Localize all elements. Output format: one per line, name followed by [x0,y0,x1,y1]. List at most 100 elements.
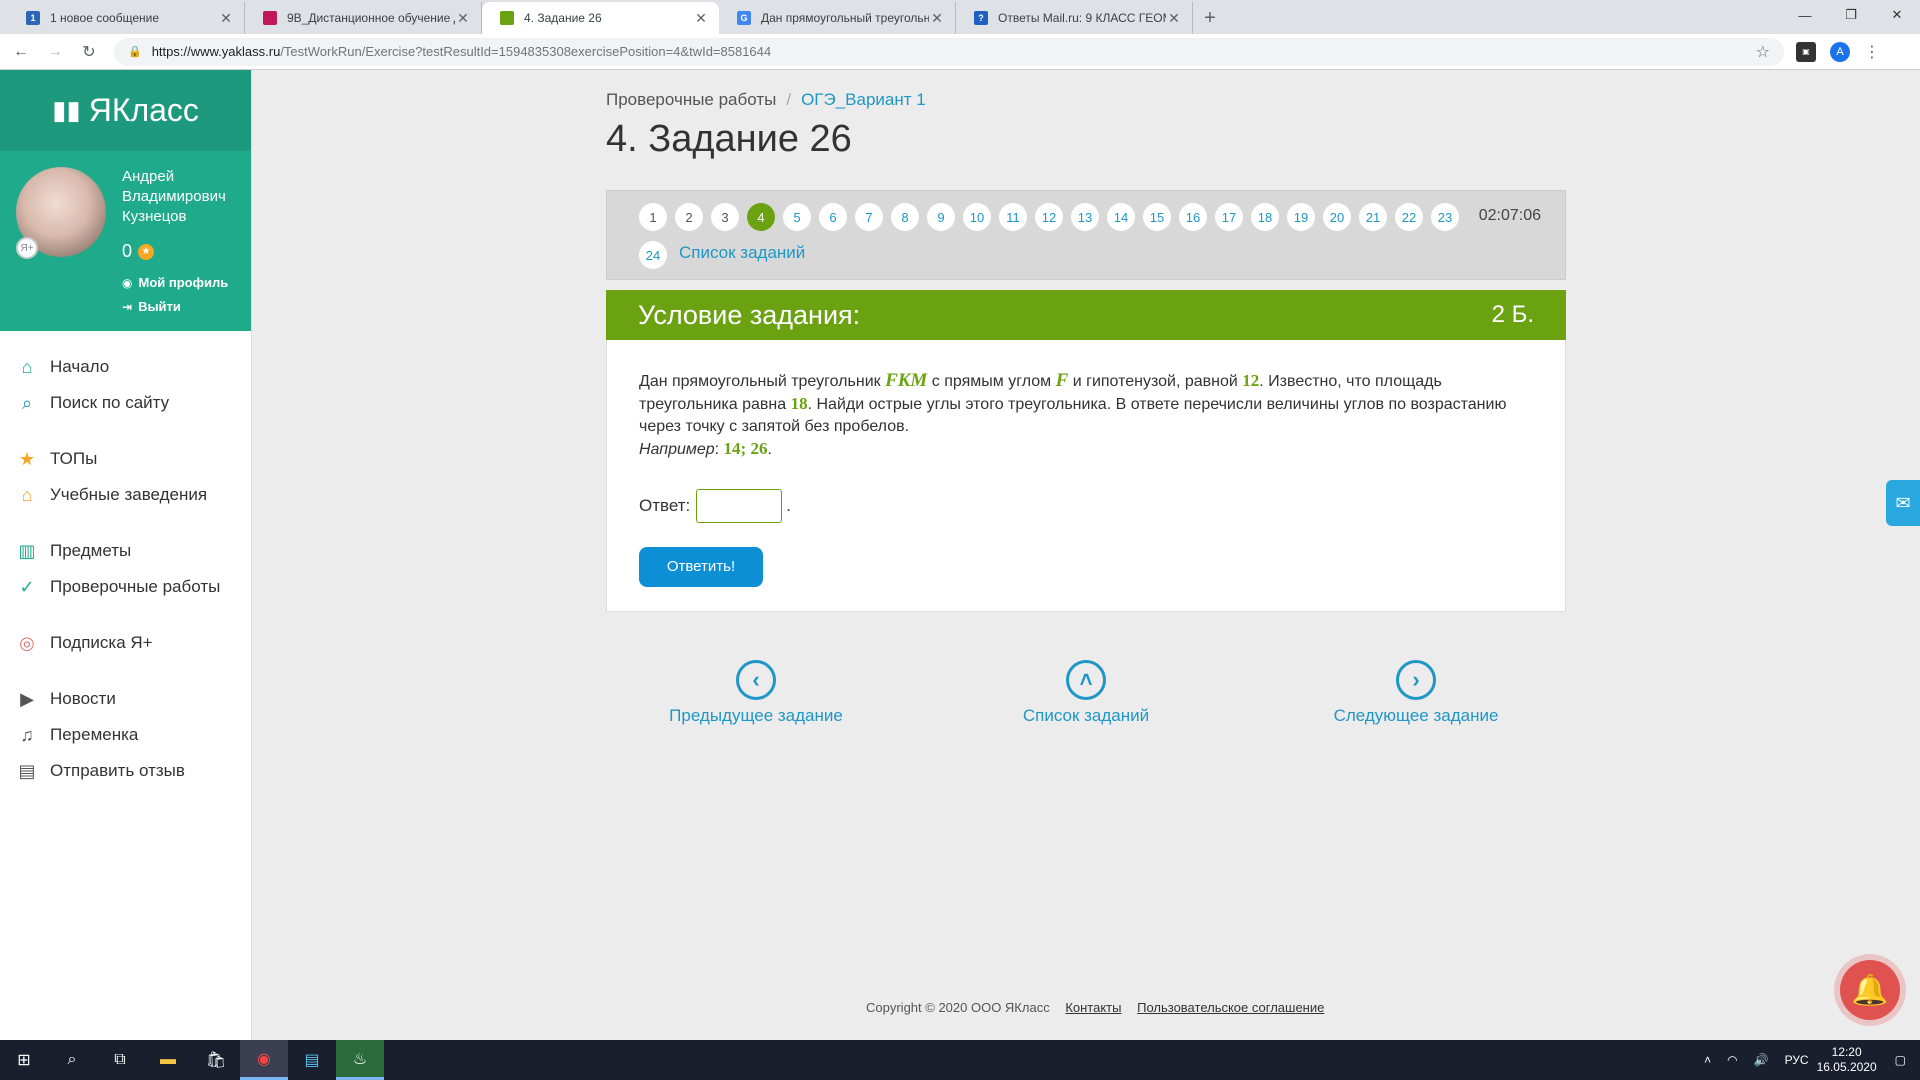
task-number-9[interactable]: 9 [927,203,955,231]
logout-link[interactable]: ⇥ Выйти [122,299,181,314]
tab-close-icon[interactable]: ✕ [1166,10,1182,26]
extension-icon[interactable]: ▣ [1796,41,1816,62]
reload-icon[interactable]: ↻ [76,39,102,65]
sidebar-item-3[interactable]: ★ ТОПы [0,441,251,477]
language-indicator[interactable]: РУС [1785,1053,1809,1067]
task-number-11[interactable]: 11 [999,203,1027,231]
task-number-5[interactable]: 5 [783,203,811,231]
browser-tab-4[interactable]: G Дан прямоугольный треугольни ✕ [719,2,956,34]
contacts-link[interactable]: Контакты [1065,1000,1121,1015]
browser-tab-5[interactable]: ? Ответы Mail.ru: 9 КЛАСС ГЕОМЕ ✕ [956,2,1193,34]
minimize-icon[interactable]: — [1782,0,1828,30]
tab-title: 9В_Дистанционное обучение д [287,11,455,25]
task-number-10[interactable]: 10 [963,203,991,231]
chrome-icon[interactable]: ◉ [240,1040,288,1080]
timer: 02:07:06 [1478,207,1541,224]
sidebar-item-4[interactable]: ⌂ Учебные заведения [0,477,251,513]
task-number-4[interactable]: 4 [747,203,775,231]
next-task-button[interactable]: › Следующее задание [1316,660,1516,726]
logout-icon: ⇥ [122,299,133,314]
sidebar-item-10[interactable]: ▤ Отправить отзыв [0,753,251,789]
sidebar-item-6[interactable]: ✓ Проверочные работы [0,569,251,605]
mail-feedback-icon[interactable]: ✉ [1886,480,1920,526]
task-number-19[interactable]: 19 [1287,203,1315,231]
url-input[interactable]: 🔒 https://www.yaklass.ru /TestWorkRun/Ex… [114,37,1784,66]
check-icon: ✓ [19,576,35,597]
my-profile-label: Мой профиль [138,275,229,290]
browser-profile-avatar[interactable]: A [1830,41,1850,62]
answer-dot: . [786,496,791,515]
task-list-button[interactable]: ˄ Список заданий [986,660,1186,726]
new-tab-button[interactable]: + [1193,2,1227,34]
math-hypotenuse: 12 [1242,371,1260,390]
browser-tab-2[interactable]: 9В_Дистанционное обучение д ✕ [245,2,482,34]
file-explorer-icon[interactable]: ▬ [144,1040,192,1080]
browser-menu-icon[interactable]: ⋮ [1864,42,1880,62]
task-number-15[interactable]: 15 [1143,203,1171,231]
notifications-icon[interactable]: ▢ [1895,1053,1906,1067]
my-profile-link[interactable]: ◉ Мой профиль [122,275,228,290]
task-number-21[interactable]: 21 [1359,203,1387,231]
task-view-icon[interactable]: ⧉ [96,1040,144,1080]
task-list-link[interactable]: Список заданий [679,243,805,263]
tab-close-icon[interactable]: ✕ [693,10,709,26]
answer-input[interactable] [696,489,783,523]
tab-close-icon[interactable]: ✕ [218,10,234,26]
tray-chevron-icon[interactable]: ˄ [1704,1053,1711,1067]
task-number-3[interactable]: 3 [711,203,739,231]
sidebar-item-label: Новости [50,689,116,708]
sidebar-item-label: Переменка [50,725,139,744]
close-window-icon[interactable]: ✕ [1874,0,1920,30]
browser-tab-1[interactable]: 1 1 новое сообщение ✕ [8,2,245,34]
previous-task-button[interactable]: ‹ Предыдущее задание [656,660,856,726]
back-icon[interactable]: ← [8,39,34,65]
task-number-23[interactable]: 23 [1431,203,1459,231]
task-number-12[interactable]: 12 [1035,203,1063,231]
task-number-13[interactable]: 13 [1071,203,1099,231]
start-windows-icon[interactable]: ⊞ [0,1040,48,1080]
restore-icon[interactable]: ❐ [1828,0,1874,30]
task-number-14[interactable]: 14 [1107,203,1135,231]
task-number-17[interactable]: 17 [1215,203,1243,231]
search-icon[interactable]: ⌕ [48,1040,96,1080]
sidebar-item-9[interactable]: ♫ Переменка [0,717,251,753]
task-list-label: Список заданий [1022,706,1150,725]
task-number-20[interactable]: 20 [1323,203,1351,231]
task-number-1[interactable]: 1 [639,203,667,231]
forward-icon[interactable]: → [42,39,68,65]
task-number-6[interactable]: 6 [819,203,847,231]
task-number-22[interactable]: 22 [1395,203,1423,231]
submit-button[interactable]: Ответить! [639,547,763,587]
task-number-7[interactable]: 7 [855,203,883,231]
breadcrumb-root[interactable]: Проверочные работы [606,90,776,109]
volume-icon[interactable]: 🔊 [1754,1053,1769,1067]
sidebar-item-1[interactable]: ⌂ Начало [0,349,251,385]
steam-icon[interactable]: ♨ [336,1040,384,1080]
bookmark-star-icon[interactable]: ☆ [1756,42,1770,62]
star-icon: ★ [18,448,36,469]
tab-close-icon[interactable]: ✕ [455,10,471,26]
task-number-8[interactable]: 8 [891,203,919,231]
agreement-link[interactable]: Пользовательское соглашение [1137,1000,1324,1015]
clock[interactable]: 12:20 16.05.2020 [1817,1045,1877,1075]
sidebar-item-5[interactable]: ▥ Предметы [0,533,251,569]
bell-icon: ♫ [20,724,34,745]
browser-tab-3[interactable]: 4. Задание 26 ✕ [482,2,719,34]
task-number-16[interactable]: 16 [1179,203,1207,231]
school-icon: ⌂ [21,484,33,505]
notification-bell-icon[interactable]: 🔔 [1840,960,1900,1020]
sidebar-item-2[interactable]: ⌕ Поиск по сайту [0,385,251,421]
app-icon[interactable]: ▤ [288,1040,336,1080]
sidebar-item-7[interactable]: ◎ Подписка Я+ [0,625,251,661]
task-number-24[interactable]: 24 [639,241,667,269]
task-text-part3: и гипотенузой, равной [1072,373,1238,390]
sidebar-item-8[interactable]: ▶ Новости [0,681,251,717]
task-number-2[interactable]: 2 [675,203,703,231]
wifi-icon[interactable]: ◠ [1727,1053,1737,1067]
breadcrumb: Проверочные работы / ОГЭ_Вариант 1 [606,90,926,110]
tab-close-icon[interactable]: ✕ [929,10,945,26]
task-number-18[interactable]: 18 [1251,203,1279,231]
breadcrumb-current[interactable]: ОГЭ_Вариант 1 [801,90,926,109]
store-icon[interactable]: 🛍 [192,1040,240,1080]
site-logo[interactable]: ▮▮ ЯКласс [0,70,251,151]
